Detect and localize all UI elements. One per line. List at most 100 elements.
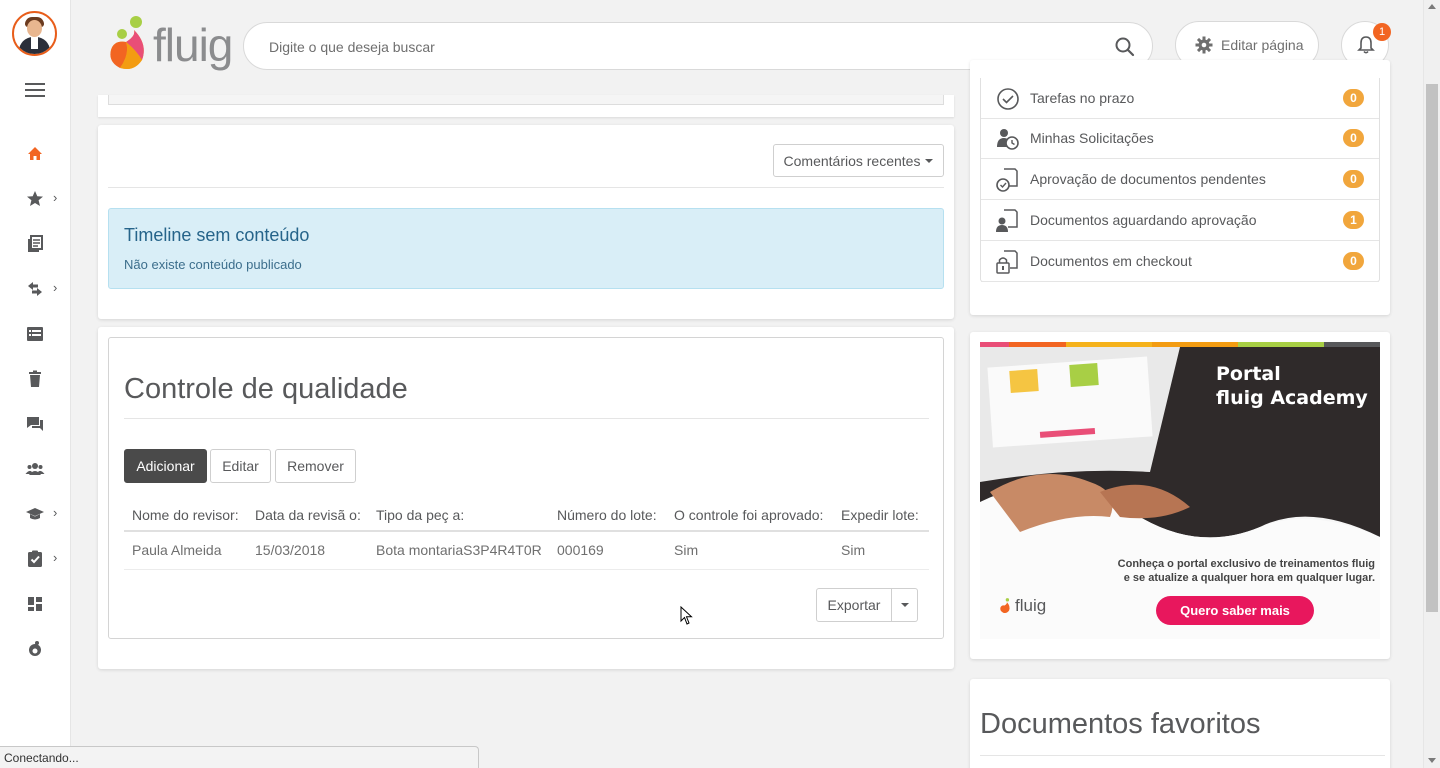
add-button[interactable]: Adicionar <box>124 449 207 483</box>
sidebar-item-processes[interactable]: › <box>0 271 70 307</box>
list-item[interactable]: Tarefas no prazo 0 <box>981 78 1379 119</box>
trash-icon <box>29 370 41 387</box>
clock-check-icon <box>997 88 1019 110</box>
caret-down-icon <box>900 603 909 607</box>
alert-description: Não existe conteúdo publicado <box>124 257 302 272</box>
fluig-academy-banner[interactable]: Portal fluig Academy Conheça o portal ex… <box>980 342 1380 639</box>
sidebar-item-dashboard[interactable] <box>0 586 70 622</box>
scroll-up-icon[interactable] <box>1428 4 1436 9</box>
export-button[interactable]: Exportar <box>816 588 892 622</box>
sidebar-item-people[interactable] <box>0 451 70 487</box>
tasks-list: Tarefas no prazo 0 Minhas Solicitações 0… <box>980 78 1380 282</box>
quality-control-form: Controle de qualidade Adicionar Editar R… <box>108 337 944 639</box>
banner-logo: fluig <box>999 596 1046 616</box>
task-count-badge: 0 <box>1343 129 1364 147</box>
banner-cta-button[interactable]: Quero saber mais <box>1156 596 1314 625</box>
browser-status-bar: Conectando... <box>0 746 479 768</box>
sidebar-item-learning[interactable]: › <box>0 496 70 532</box>
task-label: Documentos em checkout <box>1030 253 1192 269</box>
list-item[interactable]: Documentos em checkout 0 <box>981 241 1379 282</box>
sidebar-item-chat[interactable] <box>0 406 70 442</box>
table-row[interactable]: Paula Almeida 15/03/2018 Bota montariaS3… <box>124 531 929 570</box>
search-input[interactable] <box>269 35 1089 59</box>
table-cell: 000169 <box>549 531 666 570</box>
fluig-logo-mark <box>110 16 144 69</box>
fluig-logo[interactable]: fluig <box>106 14 233 74</box>
banner-text-line: e se atualize a qualquer hora em qualque… <box>1123 572 1375 584</box>
list-item[interactable]: Documentos aguardando aprovação 1 <box>981 200 1379 241</box>
task-count-badge: 0 <box>1343 170 1364 188</box>
recent-comments-dropdown[interactable]: Comentários recentes <box>773 144 944 177</box>
sidebar-item-home[interactable] <box>0 136 70 172</box>
fluig-logo-mark <box>1000 598 1010 613</box>
task-label: Minhas Solicitações <box>1030 130 1154 146</box>
task-count-badge: 0 <box>1343 252 1364 270</box>
star-icon <box>27 191 43 206</box>
edit-button[interactable]: Editar <box>210 449 271 483</box>
column-header[interactable]: Expedir lote: <box>833 500 929 532</box>
bell-icon <box>1357 36 1375 54</box>
banner-title-line: fluig Academy <box>1216 387 1368 409</box>
caret-down-icon <box>925 158 934 163</box>
table-cell: Paula Almeida <box>124 531 247 570</box>
notification-badge: 1 <box>1373 23 1391 41</box>
banner-text-line: Conheça o portal exclusivo de treinament… <box>1117 558 1375 570</box>
column-header[interactable]: Data da revisã o: <box>247 500 368 532</box>
avatar[interactable] <box>12 11 57 56</box>
task-label: Documentos aguardando aprovação <box>1030 212 1257 228</box>
quality-table: Nome do revisor: Data da revisã o: Tipo … <box>124 500 929 570</box>
search-icon[interactable] <box>1114 36 1136 58</box>
banner-logo-text: fluig <box>1015 596 1047 615</box>
logo-text: fluig <box>153 19 233 71</box>
column-header[interactable]: Tipo da peç a: <box>368 500 549 532</box>
chat-icon <box>27 417 43 431</box>
task-count-badge: 0 <box>1343 89 1364 107</box>
scrollbar-thumb[interactable] <box>1426 84 1438 612</box>
table-header-row: Nome do revisor: Data da revisã o: Tipo … <box>124 500 929 532</box>
list-item[interactable]: Minhas Solicitações 0 <box>981 118 1379 159</box>
sidebar-item-favorites[interactable]: › <box>0 181 70 217</box>
document-user-icon <box>996 209 1018 232</box>
banner-text: Conheça o portal exclusivo de treinament… <box>1100 557 1375 585</box>
chevron-right-icon: › <box>53 550 58 565</box>
graduation-cap-icon <box>26 508 44 520</box>
scroll-down-icon[interactable] <box>1428 758 1436 763</box>
banner-title: Portal fluig Academy <box>1216 362 1368 410</box>
menu-icon[interactable] <box>25 83 45 97</box>
task-count-badge: 1 <box>1343 211 1364 229</box>
user-clock-icon <box>997 129 1019 150</box>
chevron-right-icon: › <box>53 505 58 520</box>
sidebar-item-list[interactable] <box>0 316 70 352</box>
home-icon <box>28 147 42 160</box>
timeline-empty-alert: Timeline sem conteúdo Não existe conteúd… <box>108 208 944 289</box>
sidebar-item-documents[interactable] <box>0 226 70 262</box>
sidebar-item-fluig[interactable] <box>0 631 70 667</box>
table-cell: Sim <box>666 531 833 570</box>
column-header[interactable]: Nome do revisor: <box>124 500 247 532</box>
dashboard-icon <box>28 597 42 611</box>
export-options-dropdown[interactable] <box>892 588 918 622</box>
quality-title: Controle de qualidade <box>124 373 408 405</box>
task-icon <box>28 550 42 567</box>
divider <box>108 187 944 188</box>
table-cell: Sim <box>833 531 929 570</box>
remove-button[interactable]: Remover <box>275 449 356 483</box>
sidebar-item-tasks[interactable]: › <box>0 541 70 577</box>
sidebar: › › › › <box>0 0 71 768</box>
task-label: Aprovação de documentos pendentes <box>1030 171 1266 187</box>
document-lock-icon <box>996 250 1018 274</box>
column-header[interactable]: O controle foi aprovado: <box>666 500 833 532</box>
people-icon <box>25 463 45 475</box>
document-clock-icon <box>996 168 1018 192</box>
list-item[interactable]: Aprovação de documentos pendentes 0 <box>981 159 1379 200</box>
table-cell: 15/03/2018 <box>247 531 368 570</box>
processes-icon <box>28 282 42 296</box>
edit-page-label: Editar página <box>1221 37 1304 53</box>
alert-title: Timeline sem conteúdo <box>124 225 310 245</box>
export-button-group: Exportar <box>816 588 918 622</box>
column-header[interactable]: Número do lote: <box>549 500 666 532</box>
gear-icon <box>1195 36 1213 54</box>
sidebar-item-trash[interactable] <box>0 361 70 397</box>
page-scrollbar[interactable] <box>1423 0 1440 768</box>
mouse-cursor-icon <box>680 606 693 625</box>
